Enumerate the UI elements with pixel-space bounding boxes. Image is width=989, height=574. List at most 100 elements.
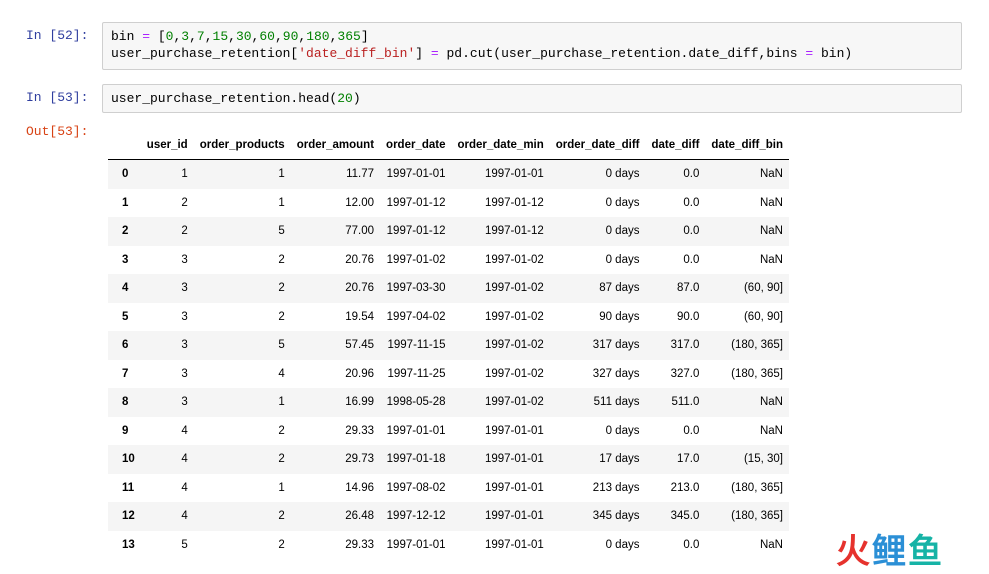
table-header-row: user_id order_products order_amount order_d… bbox=[108, 131, 789, 160]
table-row: 8 3 1 16.99 1998-05-28 1997-01-02 511 days 511.… bbox=[108, 388, 789, 417]
table-cell: (15, 30] bbox=[743, 453, 783, 466]
table-cell: 20.76 bbox=[345, 282, 375, 295]
column-header: date_diff_bin bbox=[705, 131, 789, 160]
table-cell: 1997-03-30 bbox=[386, 282, 446, 295]
table-cell: 14.96 bbox=[345, 481, 375, 494]
table-cell: 1997-01-02 bbox=[484, 367, 544, 380]
table-cell: 87 days bbox=[599, 282, 640, 295]
row-index: 0 bbox=[122, 168, 129, 181]
table-row: 2 2 5 77.00 1997-01-12 1997-01-12 0 days 0.0 NaN bbox=[108, 217, 789, 246]
table-cell: 0.0 bbox=[683, 538, 700, 551]
table-cell: 1998-05-28 bbox=[386, 396, 446, 409]
table-cell: 17.0 bbox=[677, 453, 700, 466]
table-cell: 20.76 bbox=[345, 253, 375, 266]
table-cell: 0 days bbox=[605, 424, 640, 437]
table-cell: 2 bbox=[278, 538, 285, 551]
table-cell: 1997-11-25 bbox=[387, 367, 446, 380]
column-header: user_id bbox=[140, 131, 194, 160]
row-index: 5 bbox=[122, 310, 129, 323]
table-cell: 0 days bbox=[605, 168, 640, 181]
table-cell: 90 days bbox=[599, 310, 640, 323]
table-cell: 16.99 bbox=[345, 396, 375, 409]
watermark-text: 火鲤鱼 bbox=[836, 524, 944, 573]
code-token: 60 bbox=[259, 29, 275, 44]
table-cell: 1997-01-02 bbox=[484, 339, 544, 352]
code-token: 15 bbox=[212, 29, 229, 44]
code-line: user_purchase_retention['date_diff_bin']… bbox=[111, 45, 953, 62]
table-cell: NaN bbox=[759, 538, 783, 551]
table-cell: 1997-01-12 bbox=[386, 225, 446, 238]
table-cell: 5 bbox=[278, 339, 285, 352]
row-index: 7 bbox=[122, 367, 129, 380]
table-cell: (60, 90] bbox=[743, 310, 783, 323]
input-prompt: In [52]: bbox=[26, 28, 89, 43]
table-cell: 1997-01-01 bbox=[484, 538, 544, 551]
table-cell: 2 bbox=[278, 453, 285, 466]
column-header: order_amount bbox=[290, 131, 381, 160]
table-cell: 0.0 bbox=[683, 225, 700, 238]
table-cell: 90.0 bbox=[677, 310, 700, 323]
code-line: user_purchase_retention.head(20) bbox=[111, 90, 953, 107]
table-cell: 1997-11-15 bbox=[387, 339, 446, 352]
table-cell: 1997-01-01 bbox=[386, 424, 446, 437]
code-editor[interactable]: user_purchase_retention.head(20) bbox=[102, 84, 962, 113]
table-cell: 345.0 bbox=[670, 510, 700, 523]
table-cell: 29.73 bbox=[345, 453, 375, 466]
table-cell: 1997-01-02 bbox=[484, 253, 544, 266]
table-row: 10 4 2 29.73 1997-01-18 1997-01-01 17 days 17.0… bbox=[108, 445, 789, 474]
table-row: 1 2 1 12.00 1997-01-12 1997-01-12 0 days 0.0 NaN bbox=[108, 189, 789, 218]
table-row: 9 4 2 29.33 1997-01-01 1997-01-01 0 days 0.0 NaN bbox=[108, 417, 789, 446]
table-cell: 3 bbox=[181, 253, 188, 266]
table-cell: 1997-01-12 bbox=[386, 196, 446, 209]
table-cell: 1997-01-01 bbox=[386, 538, 446, 551]
table-cell: 317 days bbox=[592, 339, 640, 352]
code-token: 365 bbox=[337, 29, 361, 44]
code-token: , bbox=[204, 29, 213, 44]
code-token: user_purchase_retention[ bbox=[111, 46, 299, 61]
table-cell: 2 bbox=[278, 424, 285, 437]
row-index: 3 bbox=[122, 253, 129, 266]
table-cell: 4 bbox=[278, 367, 285, 380]
table-cell: 1997-01-12 bbox=[484, 225, 544, 238]
table-cell: (180, 365] bbox=[731, 481, 783, 494]
table-row: 4 3 2 20.76 1997-03-30 1997-01-02 87 days 87.0 (… bbox=[108, 274, 789, 303]
table-cell: 19.54 bbox=[345, 310, 375, 323]
row-index: 11 bbox=[122, 481, 135, 494]
table-cell: 4 bbox=[181, 453, 188, 466]
table-cell: 29.33 bbox=[345, 424, 375, 437]
table-cell: 1997-01-02 bbox=[484, 282, 544, 295]
table-cell: 12.00 bbox=[345, 196, 375, 209]
column-header: order_products bbox=[193, 131, 291, 160]
code-token: 7 bbox=[196, 29, 205, 44]
watermark-char-1: 火 bbox=[836, 531, 872, 572]
table-cell: 0 days bbox=[605, 225, 640, 238]
table-cell: 1997-01-02 bbox=[386, 253, 446, 266]
table-cell: 26.48 bbox=[345, 510, 375, 523]
code-token: 180 bbox=[306, 29, 330, 44]
table-cell: 29.33 bbox=[345, 538, 375, 551]
table-cell: 0 days bbox=[605, 538, 640, 551]
table-cell: NaN bbox=[759, 196, 783, 209]
code-token: = bbox=[142, 29, 151, 44]
table-row: 13 5 2 29.33 1997-01-01 1997-01-01 0 days 0.0 Na… bbox=[108, 531, 789, 560]
code-editor[interactable]: bin = [0,3,7,15,30,60,90,180,365] user_pu… bbox=[102, 22, 962, 70]
code-token: bin) bbox=[813, 46, 853, 61]
row-index: 8 bbox=[122, 396, 129, 409]
table-cell: 11.77 bbox=[346, 168, 375, 181]
table-cell: 57.45 bbox=[345, 339, 375, 352]
row-index: 10 bbox=[122, 453, 135, 466]
input-prompt: In [53]: bbox=[26, 90, 89, 105]
watermark-char-2: 鲤 bbox=[872, 531, 908, 572]
row-index: 2 bbox=[122, 225, 129, 238]
table-cell: 2 bbox=[278, 282, 285, 295]
column-header: date_diff bbox=[645, 131, 706, 160]
table-cell: 1997-01-18 bbox=[386, 453, 446, 466]
code-token: user_purchase_retention.head( bbox=[111, 91, 338, 106]
table-cell: 1 bbox=[181, 168, 188, 181]
table-cell: NaN bbox=[759, 424, 783, 437]
table-cell: 3 bbox=[181, 339, 188, 352]
table-cell: 4 bbox=[181, 510, 188, 523]
table-cell: 0.0 bbox=[683, 196, 700, 209]
code-token: = bbox=[430, 46, 439, 61]
table-cell: 1997-01-02 bbox=[484, 396, 544, 409]
